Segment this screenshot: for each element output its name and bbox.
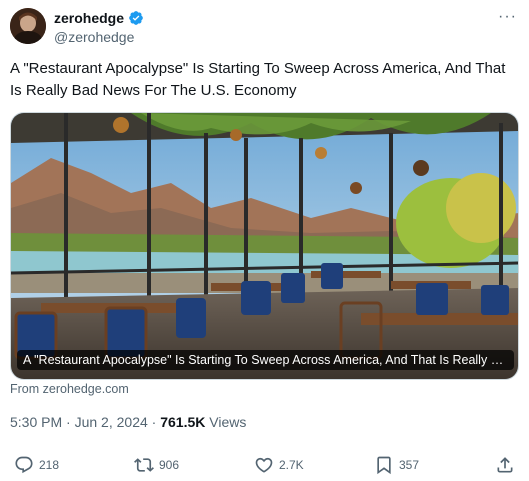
author-display-name-row[interactable]: zerohedge bbox=[54, 9, 144, 27]
heart-icon bbox=[255, 457, 273, 473]
views-count: 761.5K bbox=[160, 414, 206, 430]
tweet-meta: 5:30 PM · Jun 2, 2024 · 761.5K Views bbox=[10, 413, 246, 431]
meta-separator-2: · bbox=[151, 414, 157, 430]
more-menu-icon[interactable]: ··· bbox=[498, 8, 517, 26]
repost-icon bbox=[134, 458, 154, 472]
verified-badge-icon[interactable] bbox=[128, 10, 144, 26]
action-bar: 218 906 2.7K 357 bbox=[0, 455, 529, 477]
bookmark-icon bbox=[377, 456, 391, 475]
author-handle[interactable]: @zerohedge bbox=[54, 28, 144, 46]
like-button[interactable]: 2.7K bbox=[254, 455, 304, 475]
views-label: Views bbox=[209, 414, 247, 430]
link-card[interactable]: A "Restaurant Apocalypse" Is Starting To… bbox=[10, 112, 519, 380]
avatar[interactable] bbox=[10, 8, 46, 44]
author-names: zerohedge @zerohedge bbox=[54, 9, 144, 46]
tweet-date[interactable]: Jun 2, 2024 bbox=[75, 414, 148, 430]
card-image[interactable] bbox=[11, 113, 519, 380]
meta-separator: · bbox=[66, 414, 71, 430]
author-display-name[interactable]: zerohedge bbox=[54, 9, 124, 27]
reply-count: 218 bbox=[39, 458, 60, 472]
reply-icon bbox=[15, 456, 33, 474]
bookmark-button[interactable]: 357 bbox=[374, 455, 419, 475]
repost-button[interactable]: 906 bbox=[134, 455, 179, 475]
share-icon bbox=[497, 457, 513, 473]
tweet-text: A "Restaurant Apocalypse" Is Starting To… bbox=[10, 60, 506, 99]
bookmark-count: 357 bbox=[399, 458, 420, 472]
card-source[interactable]: From zerohedge.com bbox=[10, 382, 129, 396]
tweet-time[interactable]: 5:30 PM bbox=[10, 414, 62, 430]
tweet-header: zerohedge @zerohedge ··· bbox=[10, 8, 519, 48]
share-button[interactable] bbox=[495, 455, 515, 475]
repost-count: 906 bbox=[159, 458, 180, 472]
card-title-overlay[interactable]: A "Restaurant Apocalypse" Is Starting To… bbox=[17, 350, 514, 370]
like-count: 2.7K bbox=[279, 458, 304, 472]
reply-button[interactable]: 218 bbox=[14, 455, 59, 475]
